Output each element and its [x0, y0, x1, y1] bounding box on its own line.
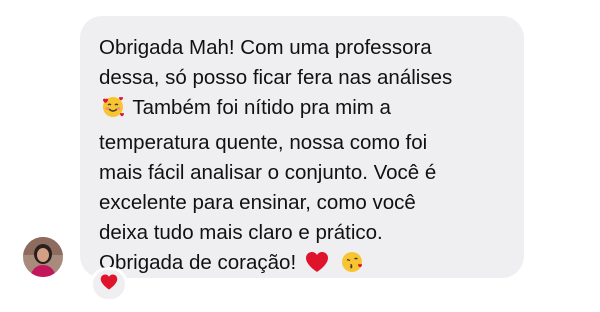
message-line: Também foi nítido pra mim a — [99, 93, 512, 128]
reaction-badge[interactable] — [90, 267, 128, 302]
message-line: deixa tudo mais claro e prático. — [99, 221, 383, 244]
message-line: excelente para ensinar, como você — [99, 191, 416, 214]
red-heart-icon — [99, 273, 119, 296]
message-line: mais fácil analisar o conjunto. Você é — [99, 161, 437, 184]
message-line: Obrigada de coração! — [99, 248, 512, 283]
message-bubble[interactable]: Obrigada Mah! Com uma professora dessa, … — [80, 16, 524, 278]
face-blowing-kiss-icon — [340, 250, 366, 283]
message-line: dessa, só posso ficar fera nas análises — [99, 66, 453, 89]
message-line: temperatura quente, nossa como foi — [99, 131, 428, 154]
smiling-face-with-hearts-icon — [101, 95, 125, 128]
red-heart-icon — [304, 250, 330, 283]
message-line: Obrigada Mah! Com uma professora — [99, 36, 432, 59]
sender-avatar[interactable] — [23, 237, 63, 277]
